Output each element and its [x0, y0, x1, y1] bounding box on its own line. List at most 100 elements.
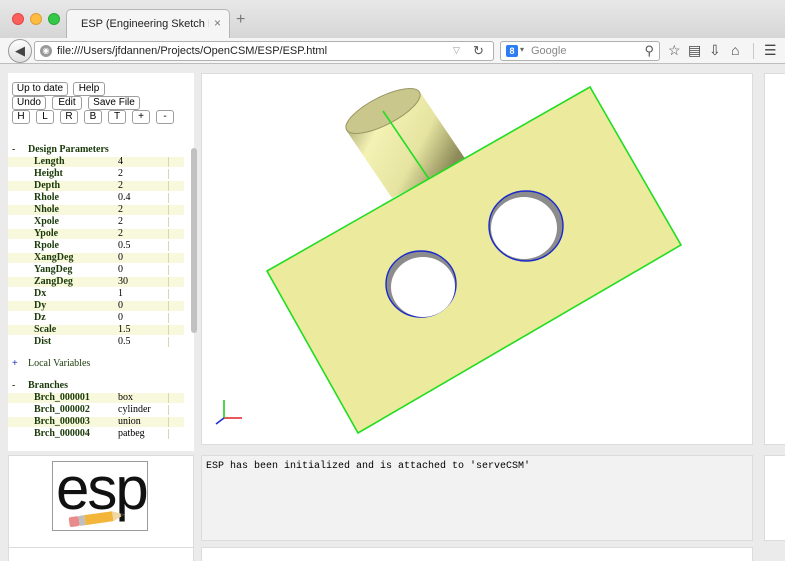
design-parameters-header[interactable]: - Design Parameters: [8, 145, 184, 155]
column-divider: [168, 417, 169, 427]
browser-tab[interactable]: ESP (Engineering Sketch Pad, V... ×: [66, 9, 230, 38]
view-right-button[interactable]: R: [60, 110, 78, 124]
tree-row-name[interactable]: Length: [34, 157, 65, 167]
tree-row[interactable]: Xpole 2: [8, 217, 184, 227]
view-home-button[interactable]: H: [12, 110, 30, 124]
zoom-window-button[interactable]: [48, 13, 60, 25]
tree-row-name[interactable]: Dist: [34, 337, 51, 347]
tree-row[interactable]: XangDeg 0: [8, 253, 184, 263]
tree-row[interactable]: Rpole 0.5: [8, 241, 184, 251]
graphics-viewport[interactable]: [201, 73, 753, 445]
tree-row[interactable]: Dist 0.5: [8, 337, 184, 347]
tree-row-value: union: [118, 416, 141, 427]
tree-row-name[interactable]: XangDeg: [34, 253, 73, 263]
column-divider: [168, 181, 169, 191]
branches-header[interactable]: - Branches: [8, 381, 184, 391]
close-window-button[interactable]: [12, 13, 24, 25]
tree-row-name[interactable]: Xpole: [34, 217, 59, 227]
new-tab-button[interactable]: +: [236, 12, 245, 28]
tree-row-value: 2: [118, 168, 123, 179]
tree-row[interactable]: Rhole 0.4: [8, 193, 184, 203]
collapse-toggle[interactable]: -: [12, 145, 15, 155]
tree-row-name[interactable]: Ypole: [34, 229, 58, 239]
search-icon[interactable]: ⚲: [644, 43, 654, 59]
tree-row[interactable]: Dy 0: [8, 301, 184, 311]
tree-row-name[interactable]: Brch_000002: [34, 405, 90, 415]
tree-row-name[interactable]: Brch_000004: [34, 429, 90, 439]
bookmark-star-icon[interactable]: ☆: [668, 41, 681, 59]
tree-row-name[interactable]: ZangDeg: [34, 277, 73, 287]
reading-list-icon[interactable]: ▤: [688, 41, 701, 59]
tree-row[interactable]: ZangDeg 30: [8, 277, 184, 287]
minimize-window-button[interactable]: [30, 13, 42, 25]
tree-row[interactable]: YangDeg 0: [8, 265, 184, 275]
reload-icon[interactable]: ↻: [473, 43, 484, 59]
tree-row[interactable]: Dx 1: [8, 289, 184, 299]
tree-row-name[interactable]: Height: [34, 169, 63, 179]
zoom-in-button[interactable]: +: [132, 110, 150, 124]
tree-row[interactable]: Length 4: [8, 157, 184, 167]
tree-row-value: 0: [118, 252, 123, 263]
zoom-out-button[interactable]: -: [156, 110, 174, 124]
up-to-date-button[interactable]: Up to date: [12, 82, 68, 96]
tree-row-value: 2: [118, 216, 123, 227]
tree-row-name[interactable]: Depth: [34, 181, 60, 191]
column-divider: [168, 289, 169, 299]
tree-row-name[interactable]: Dz: [34, 313, 46, 323]
address-bar[interactable]: ◉ file:///Users/jfdannen/Projects/OpenCS…: [34, 41, 494, 61]
tab-close-icon[interactable]: ×: [214, 16, 221, 30]
tree-row-name[interactable]: Nhole: [34, 205, 59, 215]
view-left-button[interactable]: L: [36, 110, 54, 124]
tree-scrollbar-thumb[interactable]: [191, 148, 197, 333]
search-bar[interactable]: 8 ▾ Google ⚲: [500, 41, 660, 61]
esp-logo: esp: [52, 455, 149, 531]
search-engine-icon[interactable]: 8: [506, 45, 518, 57]
tree-row[interactable]: Brch_000004 patbeg: [8, 429, 184, 439]
tree-row[interactable]: Brch_000003 union: [8, 417, 184, 427]
expand-toggle[interactable]: +: [12, 359, 18, 369]
tree-row-name[interactable]: Rhole: [34, 193, 59, 203]
view-bottom-button[interactable]: B: [84, 110, 102, 124]
menu-icon[interactable]: ☰: [764, 41, 777, 59]
tree-row-name[interactable]: Brch_000003: [34, 417, 90, 427]
tree-row[interactable]: Scale 1.5: [8, 325, 184, 335]
view-top-button[interactable]: T: [108, 110, 126, 124]
home-icon[interactable]: ⌂: [731, 41, 739, 59]
tree-row-name[interactable]: Scale: [34, 325, 56, 335]
column-divider: [168, 301, 169, 311]
tree-row[interactable]: Height 2: [8, 169, 184, 179]
tree-row-name[interactable]: YangDeg: [34, 265, 72, 275]
tree-row[interactable]: Brch_000002 cylinder: [8, 405, 184, 415]
tab-title: ESP (Engineering Sketch Pad, V...: [81, 18, 209, 30]
right-gutter-panel: [764, 455, 785, 541]
globe-icon: ◉: [40, 45, 52, 57]
model-canvas[interactable]: [202, 74, 754, 446]
undo-button[interactable]: Undo: [12, 96, 46, 110]
search-engine-dropdown-icon[interactable]: ▾: [520, 45, 524, 54]
box-face: [265, 85, 683, 435]
tree-row-name[interactable]: Dx: [34, 289, 46, 299]
tree-scrollbar[interactable]: [190, 143, 198, 440]
tree-row-value: 4: [118, 156, 123, 167]
back-button[interactable]: ◀: [8, 39, 32, 63]
local-variables-header[interactable]: + Local Variables: [8, 359, 184, 369]
edit-button[interactable]: Edit: [52, 96, 82, 110]
hole-1: [385, 250, 457, 318]
url-history-dropdown-icon[interactable]: ▽: [453, 45, 460, 56]
tree-row[interactable]: Nhole 2: [8, 205, 184, 215]
collapse-toggle[interactable]: -: [12, 381, 15, 391]
back-arrow-icon: ◀: [15, 43, 25, 58]
tree-row-name[interactable]: Rpole: [34, 241, 59, 251]
pencil-icon: [68, 511, 125, 528]
tree-row-name[interactable]: Brch_000001: [34, 393, 90, 403]
download-icon[interactable]: ⇩: [709, 41, 721, 59]
help-button[interactable]: Help: [73, 82, 105, 96]
column-divider: [168, 193, 169, 203]
browser-nav-bar: ◀ ◉ file:///Users/jfdannen/Projects/Open…: [0, 38, 785, 64]
tree-row[interactable]: Dz 0: [8, 313, 184, 323]
tree-row[interactable]: Brch_000001 box: [8, 393, 184, 403]
tree-row[interactable]: Ypole 2: [8, 229, 184, 239]
save-file-button[interactable]: Save File: [88, 96, 140, 110]
tree-row[interactable]: Depth 2: [8, 181, 184, 191]
tree-row-name[interactable]: Dy: [34, 301, 46, 311]
